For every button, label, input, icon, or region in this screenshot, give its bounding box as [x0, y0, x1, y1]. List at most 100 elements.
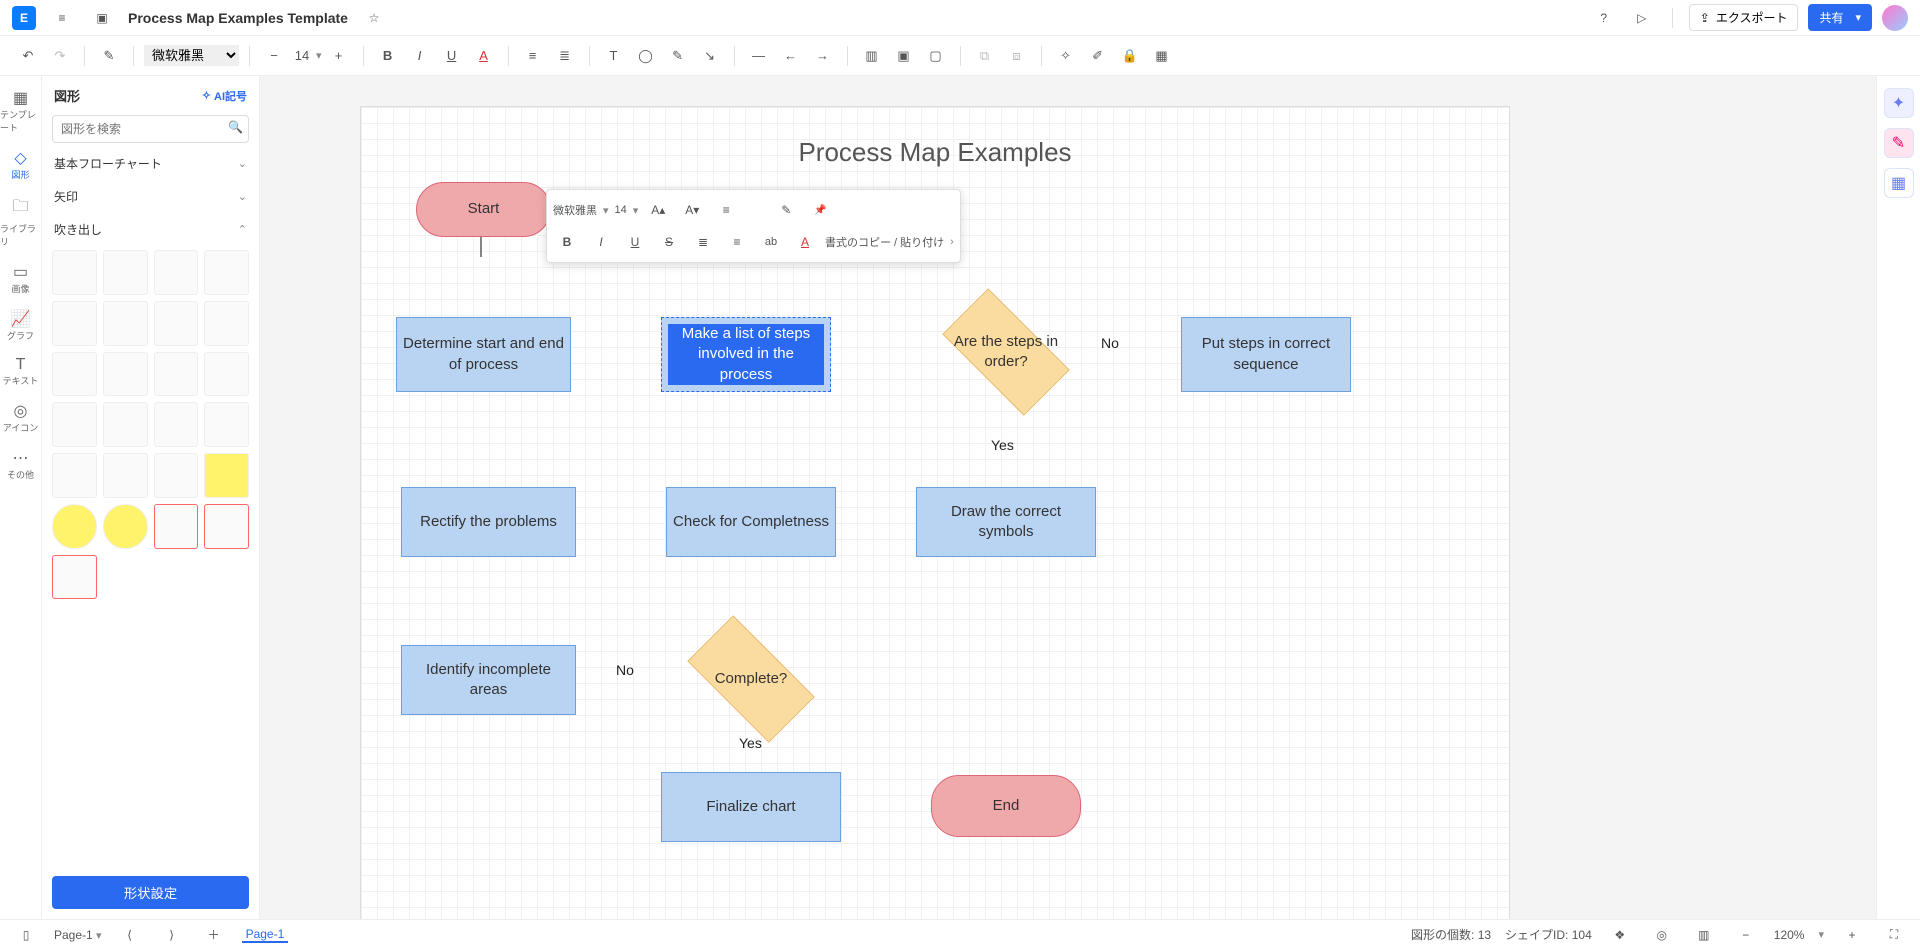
node-decision-complete[interactable]: Complete?: [671, 634, 831, 724]
node-start[interactable]: Start: [416, 182, 551, 237]
shape-thumb[interactable]: [204, 504, 249, 549]
node-end[interactable]: End: [931, 775, 1081, 837]
zoom-in-icon[interactable]: +: [1838, 921, 1866, 949]
section-callouts[interactable]: 吹き出し⌃: [42, 213, 259, 246]
node-check-complete[interactable]: Check for Completness: [666, 487, 836, 557]
fontsize-inc[interactable]: +: [325, 42, 353, 70]
shape-thumb[interactable]: [204, 250, 249, 295]
float-copy-format[interactable]: 書式のコピー / 貼り付け: [825, 234, 944, 250]
text-tool-icon[interactable]: T: [600, 42, 628, 70]
favorite-icon[interactable]: ☆: [360, 4, 388, 32]
node-decision-order[interactable]: Are the steps in order?: [926, 307, 1086, 397]
magic-icon[interactable]: ✧: [1052, 42, 1080, 70]
underline-icon[interactable]: U: [621, 228, 649, 256]
shape-thumb[interactable]: [103, 453, 148, 498]
zoom-value[interactable]: 120%: [1774, 928, 1805, 942]
ai-symbols-link[interactable]: ✧AI記号: [202, 88, 247, 104]
export-button[interactable]: ⇪エクスポート: [1689, 4, 1799, 31]
zoom-out-icon[interactable]: −: [1732, 921, 1760, 949]
arrow-start-icon[interactable]: ←: [777, 42, 805, 70]
node-determine[interactable]: Determine start and end of process: [396, 317, 571, 392]
fontsize-dec-icon[interactable]: A▾: [678, 196, 706, 224]
rail-library[interactable]: 🗀ライブラリ: [0, 189, 41, 254]
float-size[interactable]: 14: [615, 204, 627, 216]
pin-icon[interactable]: 📌: [806, 196, 834, 224]
rail-text[interactable]: Tテキスト: [0, 350, 41, 393]
align-icon[interactable]: ≡: [712, 196, 740, 224]
canvas[interactable]: Process Map Examples: [360, 106, 1510, 919]
strike-icon[interactable]: S: [655, 228, 683, 256]
rail-template[interactable]: ▦テンプレート: [0, 82, 41, 140]
underline-icon[interactable]: U: [438, 42, 466, 70]
align-icon[interactable]: ⧉: [971, 42, 999, 70]
font-select[interactable]: 微软雅黑: [144, 45, 239, 66]
page-prev-icon[interactable]: ⟨: [116, 921, 144, 949]
edit-icon[interactable]: ✐: [1084, 42, 1112, 70]
shape-settings-button[interactable]: 形状設定: [52, 876, 249, 909]
node-make-list[interactable]: Make a list of steps involved in the pro…: [661, 317, 831, 392]
diagram-title[interactable]: Process Map Examples: [361, 137, 1509, 168]
bold-icon[interactable]: B: [374, 42, 402, 70]
app-logo[interactable]: E: [12, 6, 36, 30]
node-rectify[interactable]: Rectify the problems: [401, 487, 576, 557]
page-next-icon[interactable]: ⟩: [158, 921, 186, 949]
add-page-icon[interactable]: ＋: [200, 921, 228, 949]
italic-icon[interactable]: I: [587, 228, 615, 256]
shape-thumb[interactable]: [52, 402, 97, 447]
shape-thumb[interactable]: [154, 301, 199, 346]
fill-icon[interactable]: ◯: [632, 42, 660, 70]
menu-icon[interactable]: ≡: [48, 4, 76, 32]
shape-thumb[interactable]: [103, 250, 148, 295]
section-basic-flowchart[interactable]: 基本フローチャート⌄: [42, 147, 259, 180]
shape-thumb[interactable]: [52, 453, 97, 498]
redo-icon[interactable]: ↷: [46, 42, 74, 70]
format-painter-icon[interactable]: ✎: [95, 42, 123, 70]
shape-thumb[interactable]: [204, 301, 249, 346]
shape-thumb[interactable]: [154, 250, 199, 295]
crop-icon[interactable]: ▦: [1148, 42, 1176, 70]
line-style-icon[interactable]: —: [745, 42, 773, 70]
shape-thumb[interactable]: [154, 453, 199, 498]
node-identify[interactable]: Identify incomplete areas: [401, 645, 576, 715]
page-select[interactable]: Page-1 ▾: [54, 928, 102, 942]
save-icon[interactable]: ▣: [88, 4, 116, 32]
connector-icon[interactable]: ↘: [696, 42, 724, 70]
rail-shapes[interactable]: ◇図形: [0, 142, 41, 187]
undo-icon[interactable]: ↶: [14, 42, 42, 70]
layers-icon[interactable]: ❖: [1606, 921, 1634, 949]
present-icon[interactable]: ▷: [1628, 4, 1656, 32]
shape-thumb[interactable]: [204, 402, 249, 447]
rail-graph[interactable]: 📈グラフ: [0, 303, 41, 348]
avatar[interactable]: [1882, 5, 1908, 31]
line-color-icon[interactable]: ✎: [664, 42, 692, 70]
search-input[interactable]: [52, 115, 249, 143]
font-color-icon[interactable]: A: [470, 42, 498, 70]
lock-icon[interactable]: 🔒: [1116, 42, 1144, 70]
font-size-value[interactable]: 14: [291, 48, 313, 63]
shape-thumb[interactable]: [103, 402, 148, 447]
map-icon[interactable]: ▥: [1690, 921, 1718, 949]
fontsize-inc-icon[interactable]: A▴: [644, 196, 672, 224]
apps-icon[interactable]: ▦: [1884, 168, 1914, 198]
comment-icon[interactable]: ✎: [1884, 128, 1914, 158]
shape-thumb[interactable]: [204, 453, 249, 498]
rail-image[interactable]: ▭画像: [0, 256, 41, 301]
rail-icon[interactable]: ◎アイコン: [0, 395, 41, 440]
front-icon[interactable]: ▣: [890, 42, 918, 70]
section-arrows[interactable]: 矢印⌄: [42, 180, 259, 213]
shape-thumb[interactable]: [103, 301, 148, 346]
share-button[interactable]: 共有▾: [1808, 4, 1872, 31]
format-painter-icon[interactable]: ✎: [772, 196, 800, 224]
numlist-icon[interactable]: ≡: [723, 228, 751, 256]
help-icon[interactable]: ?: [1590, 4, 1618, 32]
bold-icon[interactable]: B: [553, 228, 581, 256]
shape-thumb[interactable]: [204, 352, 249, 397]
fullscreen-icon[interactable]: ⛶: [1880, 921, 1908, 949]
align-h-icon[interactable]: ≡: [519, 42, 547, 70]
page-tab[interactable]: Page-1: [242, 927, 289, 943]
shape-thumb[interactable]: [52, 352, 97, 397]
align-v-icon[interactable]: ≣: [551, 42, 579, 70]
shape-thumb[interactable]: [52, 555, 97, 600]
ai-assistant-icon[interactable]: ✦: [1884, 88, 1914, 118]
node-put-steps[interactable]: Put steps in correct sequence: [1181, 317, 1351, 392]
